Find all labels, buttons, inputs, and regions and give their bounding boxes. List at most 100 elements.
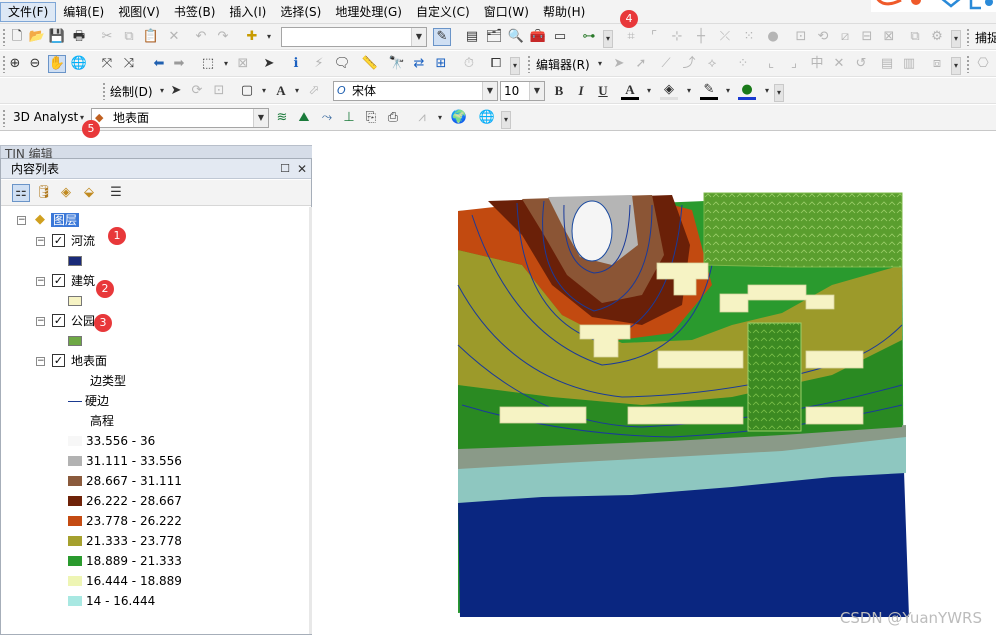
contour-icon[interactable]: ≋: [273, 109, 291, 127]
fill-color-bucket-icon[interactable]: ◈: [660, 82, 678, 100]
zoom-whole-page-icon[interactable]: ⊡: [210, 82, 228, 100]
list-by-visibility-icon[interactable]: ◈: [57, 184, 75, 202]
snap-edge-icon[interactable]: ┼: [692, 28, 710, 46]
underline-button[interactable]: U: [594, 82, 612, 100]
select-elements-icon[interactable]: ➤: [167, 82, 185, 100]
chevron-down-icon[interactable]: ▼: [411, 28, 426, 46]
toolbar-grip[interactable]: [2, 109, 6, 127]
toolbar-grip[interactable]: [2, 28, 6, 46]
python-window-icon[interactable]: ▭: [551, 28, 569, 46]
zoom-in-icon[interactable]: ⊕: [6, 55, 24, 73]
search-window-icon[interactable]: 🔍: [507, 28, 525, 46]
toolbar-options-icon[interactable]: ▾: [501, 111, 511, 129]
topology-icon-2[interactable]: ⟲: [814, 28, 832, 46]
snap-intersection-icon[interactable]: ⤫: [716, 28, 734, 46]
steepest-path-icon[interactable]: ⛰: [295, 109, 313, 127]
trace-icon[interactable]: ⟡: [703, 55, 721, 73]
toolbar-options-icon[interactable]: ▾: [603, 30, 613, 48]
menu-item-4[interactable]: 插入(I): [222, 1, 273, 23]
expand-collapse-icon[interactable]: −: [36, 277, 45, 286]
pan-hand-icon[interactable]: ✋: [48, 55, 66, 73]
time-slider-icon[interactable]: ⏱: [460, 55, 478, 73]
hyperlink-icon[interactable]: ⚡: [310, 55, 328, 73]
toc-options-icon[interactable]: ☰: [107, 184, 125, 202]
expand-collapse-icon[interactable]: −: [36, 317, 45, 326]
snap-end-icon[interactable]: ⌜: [645, 28, 663, 46]
surface-layer-combo[interactable]: ◆ 地表面 ▼: [91, 108, 269, 128]
list-by-drawing-order-icon[interactable]: ⚏: [12, 184, 30, 202]
menu-item-3[interactable]: 书签(B): [167, 1, 223, 23]
fixed-zoom-out-icon[interactable]: ⤨: [120, 55, 138, 73]
topology-icon-3[interactable]: ⧄: [836, 28, 854, 46]
maximize-icon[interactable]: ☐: [276, 160, 294, 178]
snap-point-icon[interactable]: ⌗: [622, 28, 640, 46]
layer-surface[interactable]: 地表面: [71, 354, 107, 368]
menu-item-6[interactable]: 地理处理(G): [328, 1, 409, 23]
line-of-sight-icon[interactable]: ⤳: [318, 109, 336, 127]
italic-button[interactable]: I: [572, 82, 590, 100]
layer-visibility-checkbox[interactable]: ✓: [52, 314, 65, 327]
chevron-down-icon[interactable]: ▼: [482, 82, 497, 100]
layer-river[interactable]: 河流: [71, 234, 95, 248]
zoom-out-icon[interactable]: ⊖: [26, 55, 44, 73]
rotate-icon[interactable]: ✕: [830, 55, 848, 73]
attributes-icon[interactable]: ▤: [878, 55, 896, 73]
toolbar-options-icon[interactable]: ▾: [951, 30, 961, 48]
topology-icon-7[interactable]: ⚙: [928, 28, 946, 46]
interpolate-line-icon[interactable]: ⎘: [362, 109, 380, 127]
expand-collapse-icon[interactable]: −: [36, 357, 45, 366]
map-view[interactable]: CSDN @YuanYWRS: [312, 135, 996, 635]
rectangle-dropdown-icon[interactable]: ▾: [255, 82, 273, 100]
bold-button[interactable]: B: [550, 82, 568, 100]
split-icon[interactable]: 中: [808, 55, 826, 73]
menu-item-0[interactable]: 文件(F): [0, 1, 57, 22]
toc-root-layers[interactable]: 图层: [51, 213, 80, 227]
snap-vertex-icon[interactable]: ⊹: [668, 28, 686, 46]
topology-icon-1[interactable]: ⊡: [792, 28, 810, 46]
chevron-down-icon[interactable]: ▼: [253, 109, 268, 127]
toolbar-options-icon[interactable]: ▾: [951, 57, 961, 75]
arcglobe-icon[interactable]: 🌐: [478, 109, 496, 127]
profile-dropdown-icon[interactable]: ▾: [431, 109, 449, 127]
topology-icon-4[interactable]: ⊟: [858, 28, 876, 46]
toolbar-grip[interactable]: [102, 82, 106, 100]
fill-color-dropdown-icon[interactable]: ▾: [680, 82, 698, 100]
menu-item-9[interactable]: 帮助(H): [536, 1, 592, 23]
menu-item-1[interactable]: 编辑(E): [56, 1, 111, 23]
georef-icon[interactable]: ⎔: [974, 55, 992, 73]
profile-graph-icon[interactable]: ⩘: [413, 109, 431, 127]
undo-edit-icon[interactable]: ↺: [852, 55, 870, 73]
arctoolbox-icon[interactable]: 🧰: [529, 28, 547, 46]
snap-sphere-icon[interactable]: ●: [764, 28, 782, 46]
layer-visibility-checkbox[interactable]: ✓: [52, 234, 65, 247]
edit-vertices-draw-icon[interactable]: ⬀: [305, 82, 323, 100]
create-viewer-icon[interactable]: ⧠: [487, 55, 505, 73]
toolbar-grip[interactable]: [527, 55, 531, 73]
find-route-icon[interactable]: ⇄: [410, 55, 428, 73]
new-document-icon[interactable]: 🗋: [8, 28, 26, 46]
straight-segment-icon[interactable]: ⟋: [657, 55, 675, 73]
copy-icon[interactable]: ⧉: [120, 28, 138, 46]
select-dropdown-icon[interactable]: ▾: [217, 55, 235, 73]
identify-icon[interactable]: ℹ: [287, 55, 305, 73]
snapping-toolbar-label[interactable]: 捕捉: [975, 29, 996, 46]
edit-annotation-icon[interactable]: ➚: [632, 55, 650, 73]
fixed-zoom-in-icon[interactable]: ⤧: [98, 55, 116, 73]
map-scale-combo[interactable]: ▼: [281, 27, 427, 47]
editor-dropdown-icon[interactable]: ▾: [591, 55, 609, 73]
toolbar-options-icon[interactable]: ▾: [774, 84, 784, 102]
interpolate-point-icon[interactable]: ⊥: [340, 109, 358, 127]
add-data-icon[interactable]: ✚: [243, 28, 261, 46]
font-color-icon[interactable]: A: [621, 82, 639, 100]
font-size-combo[interactable]: 10 ▼: [500, 81, 545, 101]
snap-midpoint-icon[interactable]: ⁙: [740, 28, 758, 46]
3d-analyst-menu[interactable]: 3D Analyst: [13, 110, 78, 124]
font-name-combo[interactable]: O 宋体 ▼: [333, 81, 498, 101]
html-popup-icon[interactable]: 🗨: [333, 55, 351, 73]
cut-polygons-icon[interactable]: ⌟: [785, 55, 803, 73]
model-builder-icon[interactable]: ⊶: [580, 28, 598, 46]
create-features-icon[interactable]: ⧈: [928, 55, 946, 73]
redo-icon[interactable]: ↷: [214, 28, 232, 46]
interpolate-polygon-icon[interactable]: ⎙: [384, 109, 402, 127]
layer-building[interactable]: 建筑: [71, 274, 95, 288]
